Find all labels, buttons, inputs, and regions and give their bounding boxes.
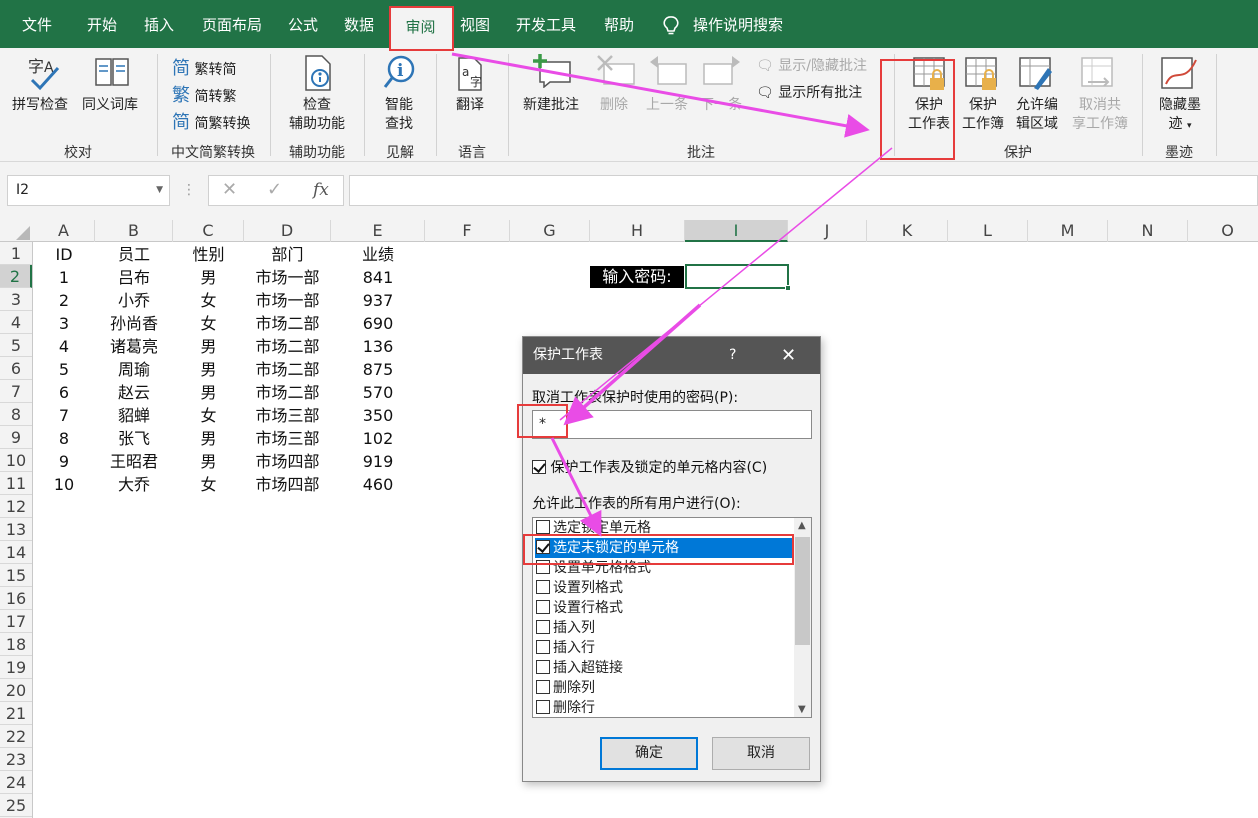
annotation-arrows (451, 52, 893, 537)
arrow-to-password-input (563, 303, 702, 426)
arrow-to-unlocked-option (550, 437, 602, 537)
arrow-review-to-protect (451, 52, 870, 138)
arrow-protect-to-dialog-line (559, 147, 893, 421)
